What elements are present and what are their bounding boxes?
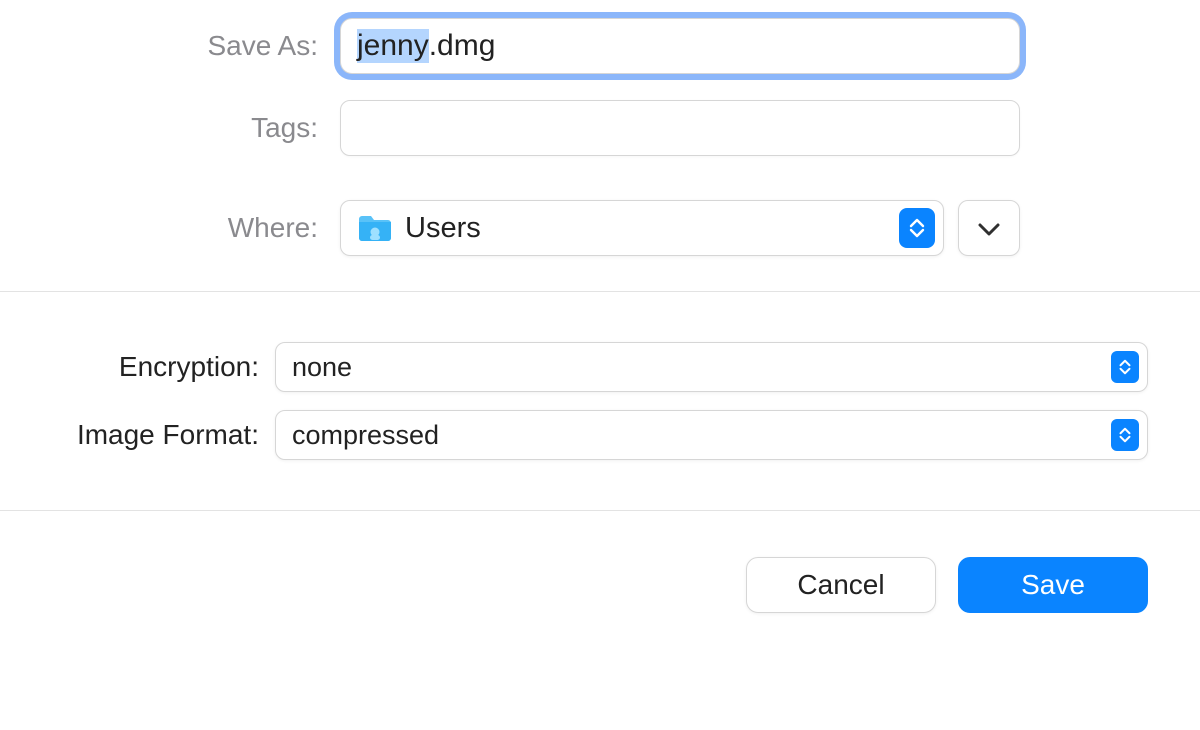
encryption-row: Encryption: none (0, 342, 1148, 392)
tags-row: Tags: (0, 100, 1020, 156)
tags-label: Tags: (0, 112, 340, 144)
save-options-section: Save As: jenny.dmg Tags: Where: (0, 0, 1200, 291)
save-button[interactable]: Save (958, 557, 1148, 613)
chevron-down-icon (978, 213, 1000, 244)
image-format-label: Image Format: (0, 419, 275, 451)
save-as-input[interactable]: jenny.dmg (340, 18, 1020, 74)
where-label: Where: (0, 212, 340, 244)
save-as-row: Save As: jenny.dmg (0, 18, 1020, 74)
where-value: Users (405, 212, 899, 245)
format-options-section: Encryption: none Image Format: compresse… (0, 292, 1200, 510)
where-row: Where: Users (0, 200, 1020, 256)
folder-icon (357, 213, 393, 243)
image-format-row: Image Format: compressed (0, 410, 1148, 460)
save-as-label: Save As: (0, 30, 340, 62)
encryption-label: Encryption: (0, 351, 275, 383)
updown-stepper-icon (1111, 351, 1139, 383)
updown-stepper-icon (1111, 419, 1139, 451)
image-format-popup[interactable]: compressed (275, 410, 1148, 460)
updown-stepper-icon (899, 208, 935, 248)
where-popup[interactable]: Users (340, 200, 944, 256)
filename-selected-text: jenny (357, 29, 429, 63)
tags-input[interactable] (340, 100, 1020, 156)
dialog-footer: Cancel Save (0, 511, 1200, 613)
cancel-button[interactable]: Cancel (746, 557, 936, 613)
save-dialog: Save As: jenny.dmg Tags: Where: (0, 0, 1200, 730)
expand-button[interactable] (958, 200, 1020, 256)
encryption-popup[interactable]: none (275, 342, 1148, 392)
encryption-value: none (292, 352, 1111, 383)
filename-extension-text: .dmg (429, 29, 496, 63)
image-format-value: compressed (292, 420, 1111, 451)
